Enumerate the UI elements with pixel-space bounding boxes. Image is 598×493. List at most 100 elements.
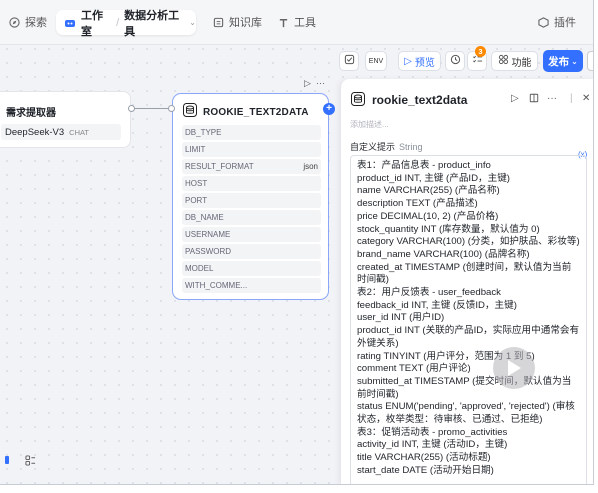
- prompt-line: product_id INT (关联的产品ID，实际应用中通常会有外键关系): [357, 325, 580, 349]
- param-name: PASSWORD: [185, 247, 232, 256]
- plugin-icon: [537, 16, 549, 28]
- nav-tool-name[interactable]: 数据分析工具: [124, 7, 184, 39]
- prompt-line: description TEXT (产品描述): [357, 198, 478, 210]
- model-tag: CHAT: [69, 127, 90, 137]
- param-row[interactable]: PORT: [182, 193, 321, 208]
- param-value: json: [303, 162, 318, 171]
- custom-prompt-label: 自定义提示 String: [350, 140, 423, 153]
- video-play-icon[interactable]: [493, 347, 535, 389]
- tools-icon: [277, 16, 289, 28]
- edge-connector: [131, 108, 172, 109]
- feature-toggle-button[interactable]: [339, 51, 359, 71]
- param-row[interactable]: WITH_COMME...: [182, 278, 321, 293]
- prompt-line: start_date DATE (活动开始日期): [357, 464, 494, 476]
- nav-tools[interactable]: 工具: [277, 14, 316, 30]
- chevron-down-icon[interactable]: ⌄: [189, 18, 196, 27]
- tool-node[interactable]: ROOKIE_TEXT2DATA DB_TYPE LIMIT RESULT_FORM…: [172, 93, 329, 300]
- book-icon[interactable]: [529, 93, 539, 106]
- llm-node[interactable]: 需求提取器 DeepSeek-V3 CHAT: [0, 91, 131, 148]
- breadcrumb-separator: /: [116, 16, 120, 29]
- nav-knowledge[interactable]: 知识库: [212, 14, 262, 30]
- param-row[interactable]: LIMIT: [182, 142, 321, 157]
- param-row[interactable]: DB_TYPE: [182, 125, 321, 140]
- nav-plugins[interactable]: 插件: [537, 14, 576, 30]
- panel-title[interactable]: rookie_text2data: [372, 93, 467, 107]
- canvas-tools: [0, 452, 38, 468]
- prompt-line: product_id INT, 主键 (产品ID，主键): [357, 172, 510, 184]
- output-handle[interactable]: [128, 105, 135, 112]
- prompt-line: status ENUM('pending', 'approved', 'reje…: [357, 401, 575, 426]
- param-name: MODEL: [185, 264, 214, 273]
- param-name: USERNAME: [185, 230, 231, 239]
- nav-explore-label: 探索: [25, 17, 47, 29]
- more-icon[interactable]: ···: [547, 93, 557, 104]
- param-row[interactable]: PASSWORD: [182, 244, 321, 259]
- param-row[interactable]: RESULT_FORMAT json: [182, 159, 321, 174]
- run-icon[interactable]: ▷: [511, 93, 519, 104]
- nav-knowledge-label: 知识库: [229, 17, 262, 29]
- prompt-line: activity_id INT, 主键 (活动ID，主键): [357, 439, 508, 451]
- prompt-line: comment TEXT (用户评论): [357, 363, 471, 375]
- custom-prompt-label-text: 自定义提示: [350, 142, 396, 152]
- preview-button[interactable]: ▷ 预览: [398, 51, 441, 71]
- preview-label: 预览: [414, 57, 435, 69]
- tool-node-title: ROOKIE_TEXT2DATA: [203, 107, 309, 118]
- param-name: RESULT_FORMAT: [185, 162, 254, 171]
- tool-node-header: ROOKIE_TEXT2DATA: [183, 103, 309, 122]
- knowledge-icon: [212, 16, 224, 28]
- param-row[interactable]: DB_NAME: [182, 210, 321, 225]
- input-handle[interactable]: [168, 105, 175, 112]
- env-icon: ENV: [368, 57, 384, 65]
- env-button[interactable]: ENV: [365, 51, 387, 71]
- param-row[interactable]: MODEL: [182, 261, 321, 276]
- prompt-line: user_id INT (用户ID): [357, 312, 445, 324]
- nav-explore[interactable]: 探索: [8, 14, 47, 30]
- layout-tool-icon[interactable]: [22, 452, 38, 468]
- top-navigation: 探索 工作室 / 数据分析工具 ⌄ 知识库 工具 插件: [0, 0, 593, 45]
- publish-button[interactable]: 发布 ⌄: [543, 50, 583, 72]
- select-tool-icon[interactable]: [0, 452, 16, 468]
- param-name: HOST: [185, 179, 208, 188]
- prompt-line: category VARCHAR(100) (分类，如护肤品、彩妆等): [357, 236, 580, 248]
- features-icon: [498, 54, 509, 68]
- node-config-panel: rookie_text2data ▷ ··· | ✕ 添加描述... 自定义提示…: [340, 79, 593, 484]
- param-name: PORT: [185, 196, 208, 205]
- prompt-line: stock_quantity INT (库存数量，默认值为 0): [357, 223, 540, 235]
- divider: |: [570, 93, 573, 104]
- description-placeholder[interactable]: 添加描述...: [350, 119, 389, 130]
- history-button[interactable]: [445, 51, 465, 71]
- model-name: DeepSeek-V3: [5, 126, 65, 138]
- side-handle[interactable]: [587, 51, 593, 71]
- custom-prompt-textarea[interactable]: 表1：产品信息表 - product_info product_id INT, 主…: [350, 155, 587, 484]
- param-row[interactable]: HOST: [182, 176, 321, 191]
- nav-plugins-label: 插件: [554, 17, 576, 29]
- nav-studio-breadcrumb[interactable]: 工作室 / 数据分析工具 ⌄: [56, 10, 196, 38]
- llm-node-title: 需求提取器: [6, 108, 56, 119]
- features-button[interactable]: 功能: [491, 51, 538, 71]
- prompt-line: title VARCHAR(255) (活动标题): [357, 452, 491, 464]
- prompt-line: price DECIMAL(10, 2) (产品价格): [357, 210, 499, 222]
- run-node-icon[interactable]: ▷: [304, 78, 311, 89]
- prompt-line: created_at TIMESTAMP (创建时间，默认值为当前时间戳): [357, 261, 572, 286]
- tool-icon: [183, 103, 197, 122]
- prompt-line: feedback_id INT, 主键 (反馈ID，主键): [357, 299, 517, 311]
- param-row[interactable]: USERNAME: [182, 227, 321, 242]
- prompt-line: name VARCHAR(255) (产品名称): [357, 185, 500, 197]
- param-name: WITH_COMME...: [185, 281, 248, 290]
- model-selector[interactable]: DeepSeek-V3 CHAT: [1, 124, 121, 140]
- publish-label: 发布: [548, 55, 570, 68]
- close-icon[interactable]: ✕: [582, 93, 590, 104]
- add-node-button[interactable]: +: [323, 103, 335, 115]
- chevron-down-icon: ⌄: [571, 56, 578, 66]
- param-name: LIMIT: [185, 145, 206, 154]
- prompt-line: 表2：用户反馈表 - user_feedback: [357, 287, 501, 299]
- explore-icon: [8, 16, 20, 28]
- issue-count-badge: 3: [475, 46, 486, 57]
- history-icon: [450, 54, 461, 68]
- nav-studio-label[interactable]: 工作室: [81, 7, 111, 39]
- prompt-line: 表1：产品信息表 - product_info: [357, 160, 491, 171]
- prompt-line: submitted_at TIMESTAMP (提交时间，默认值为当前时间戳): [357, 375, 572, 400]
- studio-icon: [64, 17, 76, 29]
- nav-tools-label: 工具: [294, 17, 316, 29]
- more-icon[interactable]: ···: [316, 78, 325, 88]
